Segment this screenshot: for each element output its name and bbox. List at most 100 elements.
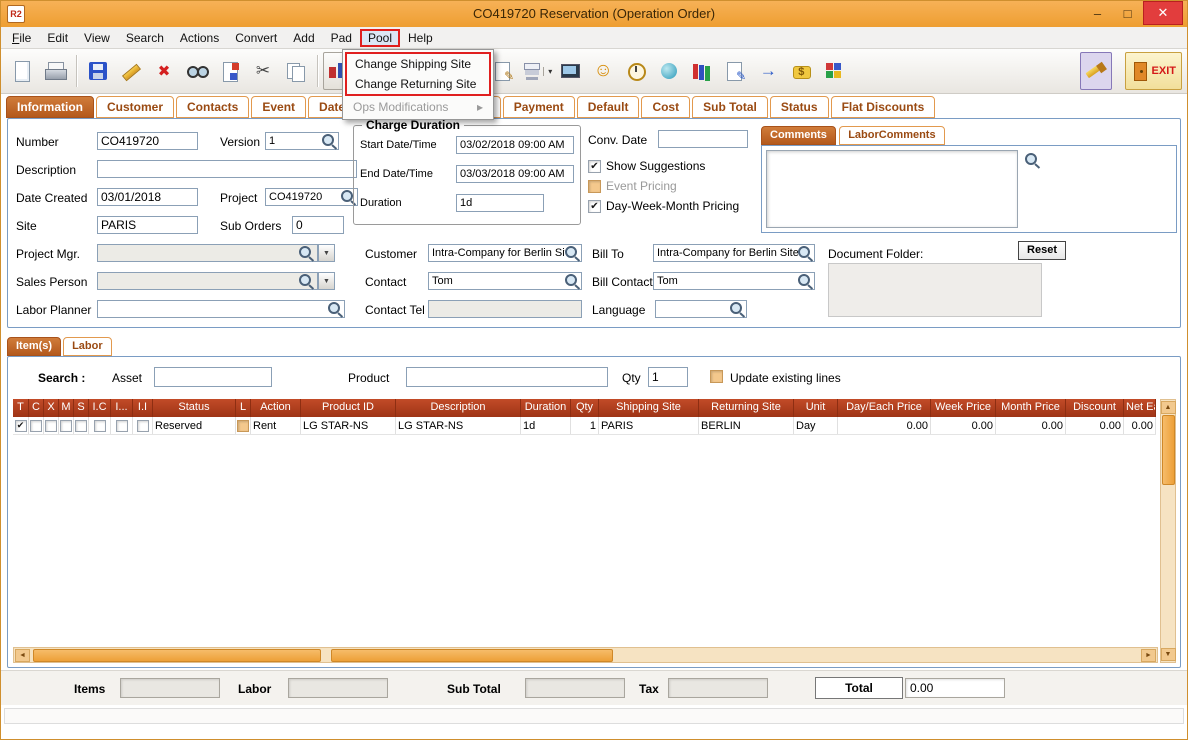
- row-select-checkbox[interactable]: ✔: [14, 419, 27, 432]
- col-ic[interactable]: I.C: [89, 399, 111, 417]
- number-field[interactable]: [97, 132, 198, 150]
- site-field[interactable]: [97, 216, 198, 234]
- print-setup-button[interactable]: [554, 52, 586, 90]
- menu-add[interactable]: Add: [285, 29, 322, 47]
- tab-comments[interactable]: Comments: [761, 126, 836, 145]
- menu-pad[interactable]: Pad: [323, 29, 360, 47]
- menu-search[interactable]: Search: [118, 29, 172, 47]
- col-returning-site[interactable]: Returning Site: [699, 399, 794, 417]
- bill-to-magnifier-icon[interactable]: [798, 246, 813, 261]
- col-product-id[interactable]: Product ID: [301, 399, 396, 417]
- tab-customer[interactable]: Customer: [96, 96, 175, 118]
- tab-flat-discounts[interactable]: Flat Discounts: [830, 96, 936, 118]
- start-datetime-field[interactable]: [456, 136, 574, 154]
- menu-edit[interactable]: Edit: [39, 29, 76, 47]
- table-row[interactable]: ✔ Reserved Rent LG STAR-NS LG STAR-NS 1d…: [13, 417, 1156, 435]
- catalog-button[interactable]: [686, 52, 718, 90]
- paste-special-button[interactable]: [214, 52, 246, 90]
- maximize-button[interactable]: □: [1113, 1, 1142, 25]
- col-x[interactable]: X: [44, 399, 59, 417]
- tab-contacts[interactable]: Contacts: [176, 96, 250, 118]
- document-folder-box[interactable]: [828, 263, 1042, 317]
- menu-actions[interactable]: Actions: [172, 29, 227, 47]
- c-checkbox[interactable]: [30, 419, 42, 432]
- vertical-scroll-thumb[interactable]: [1161, 415, 1175, 485]
- col-c[interactable]: C: [29, 399, 44, 417]
- product-search-input[interactable]: [406, 367, 608, 387]
- tab-labor[interactable]: Labor: [63, 337, 112, 356]
- pads-dropdown-arrow[interactable]: ▾: [543, 66, 552, 76]
- horizontal-scrollbar[interactable]: ◄ ►: [13, 647, 1158, 663]
- day-week-month-pricing-checkbox[interactable]: ✔: [588, 199, 601, 213]
- items-total-field[interactable]: [120, 678, 220, 698]
- asset-search-input[interactable]: [154, 367, 272, 387]
- s-checkbox[interactable]: [75, 419, 87, 432]
- description-field[interactable]: [97, 160, 357, 178]
- col-description[interactable]: Description: [396, 399, 521, 417]
- show-suggestions-checkbox[interactable]: ✔: [588, 159, 601, 173]
- save-button[interactable]: [82, 52, 114, 90]
- sub-total-field[interactable]: [525, 678, 625, 698]
- labor-planner-field[interactable]: [97, 300, 345, 318]
- col-duration[interactable]: Duration: [521, 399, 571, 417]
- tab-payment[interactable]: Payment: [502, 96, 575, 118]
- sales-person-magnifier-icon[interactable]: [299, 274, 314, 289]
- menu-convert[interactable]: Convert: [227, 29, 285, 47]
- menu-help[interactable]: Help: [400, 29, 441, 47]
- tab-labor-comments[interactable]: LaborComments: [839, 126, 945, 145]
- comments-textarea[interactable]: [766, 150, 1018, 228]
- vertical-scroll-track[interactable]: [1161, 415, 1175, 647]
- cut-button[interactable]: ✂: [247, 52, 279, 90]
- x-checkbox[interactable]: [45, 419, 57, 432]
- title-bar[interactable]: R2 CO419720 Reservation (Operation Order…: [0, 0, 1188, 27]
- col-day-each-price[interactable]: Day/Each Price: [838, 399, 931, 417]
- total-field[interactable]: [905, 678, 1005, 698]
- sub-orders-field[interactable]: [292, 216, 344, 234]
- col-week-price[interactable]: Week Price: [931, 399, 996, 417]
- horizontal-scroll-track[interactable]: [31, 648, 1140, 662]
- flashlight-button[interactable]: [1079, 52, 1112, 90]
- ic-checkbox[interactable]: [93, 419, 106, 432]
- tab-default[interactable]: Default: [576, 96, 640, 118]
- sales-person-dropdown-button[interactable]: ▼: [318, 272, 335, 290]
- tax-field[interactable]: [668, 678, 768, 698]
- scroll-up-button[interactable]: ▲: [1160, 401, 1176, 414]
- project-mgr-field[interactable]: [97, 244, 318, 262]
- bill-to-field[interactable]: [653, 244, 815, 262]
- vertical-scrollbar[interactable]: ▲ ▼: [1160, 399, 1176, 663]
- delete-button[interactable]: ✖: [148, 52, 180, 90]
- col-action[interactable]: Action: [251, 399, 301, 417]
- col-t[interactable]: T: [13, 399, 29, 417]
- tab-status[interactable]: Status: [769, 96, 829, 118]
- language-magnifier-icon[interactable]: [730, 302, 745, 317]
- scroll-right-button[interactable]: ►: [1141, 648, 1156, 662]
- version-search-magnifier-icon[interactable]: [322, 134, 337, 149]
- contact-magnifier-icon[interactable]: [565, 274, 580, 289]
- col-month-price[interactable]: Month Price: [996, 399, 1066, 417]
- col-qty[interactable]: Qty: [571, 399, 599, 417]
- cubes-button[interactable]: [818, 52, 850, 90]
- col-i2[interactable]: I...: [111, 399, 133, 417]
- horizontal-scroll-thumb-right[interactable]: [331, 648, 613, 662]
- end-datetime-field[interactable]: [456, 165, 574, 183]
- project-mgr-magnifier-icon[interactable]: [299, 246, 314, 261]
- menu-file[interactable]: File: [4, 29, 39, 47]
- pads-button[interactable]: ▾: [520, 52, 553, 90]
- i2-checkbox[interactable]: [115, 419, 128, 432]
- forward-button[interactable]: →: [752, 52, 784, 90]
- col-discount[interactable]: Discount: [1066, 399, 1124, 417]
- edit-document-button[interactable]: [719, 52, 751, 90]
- scroll-left-button[interactable]: ◄: [15, 648, 30, 662]
- col-l[interactable]: L: [236, 399, 251, 417]
- menu-pool[interactable]: Pool: [359, 28, 401, 47]
- find-button[interactable]: [181, 52, 213, 90]
- edit-button[interactable]: [115, 52, 147, 90]
- project-mgr-dropdown-button[interactable]: ▼: [318, 244, 335, 262]
- copy-button[interactable]: [280, 52, 312, 90]
- tab-items[interactable]: Item(s): [7, 337, 62, 356]
- reset-button[interactable]: Reset: [1018, 241, 1066, 260]
- bill-contact-field[interactable]: [653, 272, 815, 290]
- col-net-each[interactable]: Net Ea...: [1124, 399, 1156, 417]
- sales-person-field[interactable]: [97, 272, 318, 290]
- tab-information[interactable]: Information: [6, 96, 94, 118]
